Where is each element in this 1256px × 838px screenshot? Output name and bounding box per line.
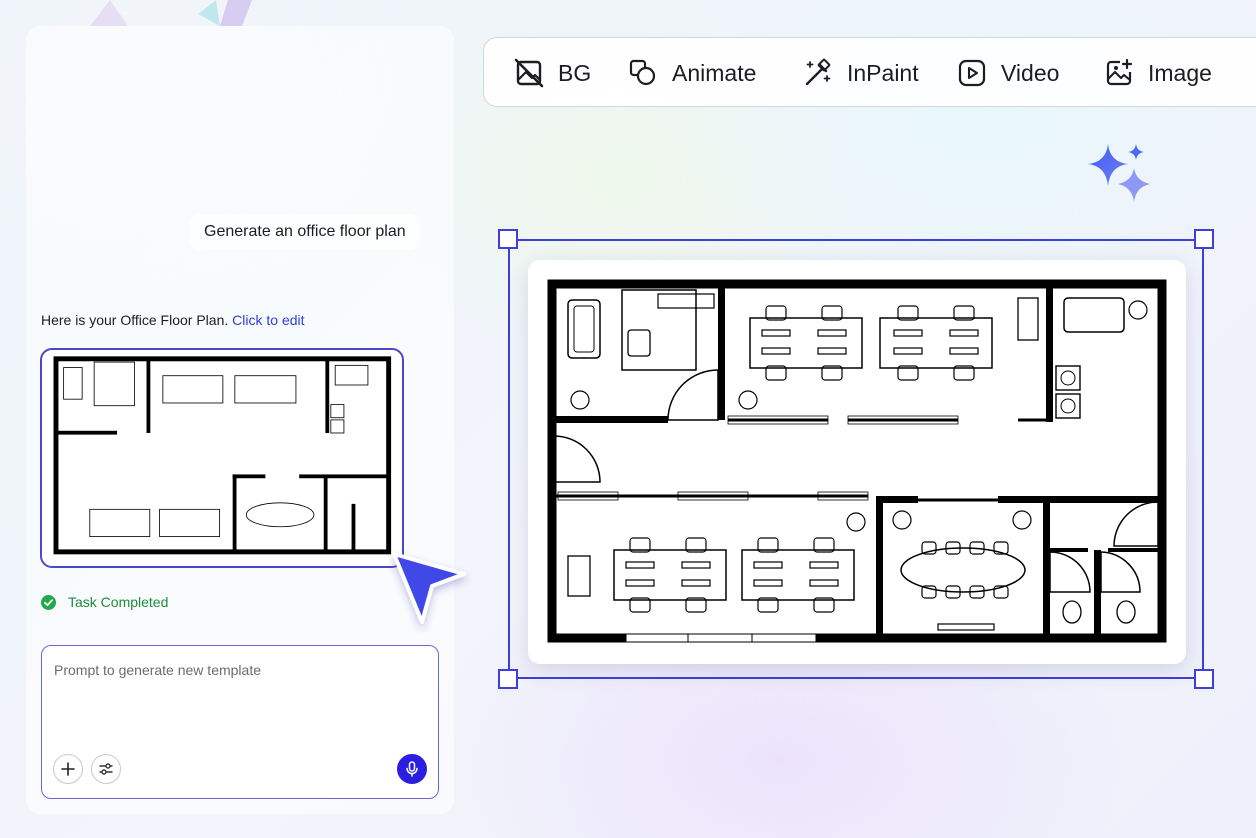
tool-video-label: Video (1001, 59, 1060, 86)
reply-text: Here is your Office Floor Plan. (41, 312, 229, 328)
resize-handle-bottom-left[interactable] (498, 669, 518, 689)
tool-image[interactable]: Image (1104, 38, 1212, 108)
cursor-arrow-icon (392, 552, 466, 624)
sliders-icon (99, 763, 113, 775)
bg-remove-icon (514, 58, 544, 88)
check-circle-icon (41, 594, 56, 610)
user-message-text: Generate an office floor plan (204, 223, 406, 240)
task-status-text: Task Completed (68, 594, 169, 610)
task-status: Task Completed (41, 594, 168, 610)
assistant-reply: Here is your Office Floor Plan. Click to… (41, 312, 305, 328)
tool-animate[interactable]: Animate (628, 38, 756, 108)
floor-plan-drawing (547, 279, 1167, 643)
settings-button[interactable] (91, 754, 121, 784)
plus-icon (61, 762, 75, 776)
tool-bg[interactable]: BG (514, 38, 591, 108)
floor-plan-canvas[interactable] (528, 260, 1186, 664)
floor-plan-thumbnail-drawing (53, 356, 392, 555)
video-play-icon (958, 59, 986, 87)
prompt-box (41, 645, 439, 799)
decorative-shape (198, 0, 252, 26)
resize-handle-bottom-right[interactable] (1194, 669, 1214, 689)
tool-bg-label: BG (558, 59, 592, 86)
tool-inpaint[interactable]: InPaint (803, 38, 919, 108)
resize-handle-top-right[interactable] (1194, 229, 1214, 249)
microphone-icon (406, 761, 418, 777)
magic-wand-icon (805, 58, 831, 86)
image-add-icon (1106, 58, 1133, 86)
sparkles-icon (1088, 144, 1150, 202)
click-to-edit-link[interactable]: Click to edit (232, 312, 304, 328)
tool-image-label: Image (1148, 59, 1212, 86)
resize-handle-top-left[interactable] (498, 229, 518, 249)
decorative-shape (90, 0, 128, 26)
user-message-bubble: Generate an office floor plan (190, 214, 420, 250)
floor-plan-thumbnail[interactable] (40, 348, 404, 568)
tool-bar: BG Animate InPaint Video Image (483, 37, 1256, 107)
tool-video[interactable]: Video (957, 38, 1059, 108)
animate-icon (629, 59, 656, 86)
tool-inpaint-label: InPaint (847, 59, 919, 86)
prompt-input[interactable] (52, 660, 426, 734)
microphone-button[interactable] (397, 754, 427, 784)
add-button[interactable] (53, 754, 83, 784)
tool-animate-label: Animate (672, 59, 757, 86)
